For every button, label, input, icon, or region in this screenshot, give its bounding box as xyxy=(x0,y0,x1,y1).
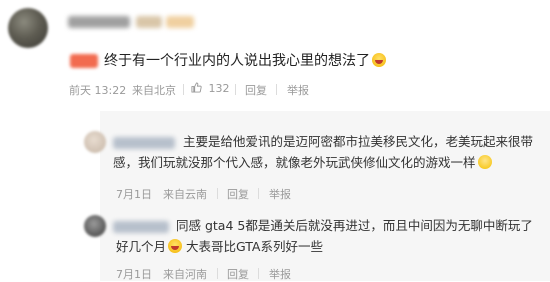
username[interactable] xyxy=(68,16,130,28)
comment-time: 前天 13:22 xyxy=(69,84,127,97)
reply-meta: 7月1日 来自河南 回复 举报 xyxy=(116,266,356,282)
avatar[interactable] xyxy=(8,8,48,48)
comment-text: 终于有一个行业内的人说出我心里的想法了 xyxy=(104,50,386,70)
comment-meta: 前天 13:22 来自北京 132 回复 举报 xyxy=(69,82,329,98)
like-count: 132 xyxy=(208,82,230,95)
divider xyxy=(183,84,184,95)
report-button[interactable]: 举报 xyxy=(269,186,291,202)
reply-avatar[interactable] xyxy=(84,215,106,237)
comment-location: 来自北京 xyxy=(132,84,176,97)
reply-date: 7月1日 xyxy=(116,188,152,201)
divider xyxy=(217,268,218,279)
reply-button[interactable]: 回复 xyxy=(227,186,249,202)
fan-badge xyxy=(70,54,98,68)
like-button[interactable]: 132 xyxy=(191,82,230,95)
reply-date: 7月1日 xyxy=(116,268,152,281)
reply-username[interactable] xyxy=(113,137,175,149)
divider xyxy=(235,84,236,95)
reply-text-cont: 感，我们玩就没那个代入感，就像老外玩武侠修仙文化的游戏一样 xyxy=(113,151,543,175)
divider xyxy=(258,188,259,199)
divider xyxy=(276,84,277,95)
report-button[interactable]: 举报 xyxy=(287,82,309,98)
report-button[interactable]: 举报 xyxy=(269,266,291,282)
laugh-emoji-icon xyxy=(372,53,386,67)
reply-location: 来自河南 xyxy=(163,268,207,281)
reply-avatar[interactable] xyxy=(84,131,106,153)
thinking-emoji-icon xyxy=(477,155,492,169)
reply-username[interactable] xyxy=(113,221,169,233)
reply-location: 来自云南 xyxy=(163,188,207,201)
thumbs-up-icon xyxy=(191,82,202,93)
divider xyxy=(258,268,259,279)
reply-meta: 7月1日 来自云南 回复 举报 xyxy=(116,186,356,202)
divider xyxy=(217,188,218,199)
reply-text-cont: 好几个月 大表哥比GTA系列好一些 xyxy=(116,239,323,254)
laugh-emoji-icon xyxy=(168,239,183,253)
user-tag xyxy=(166,16,194,28)
user-badge xyxy=(136,16,162,28)
reply-button[interactable]: 回复 xyxy=(227,266,249,282)
reply-button[interactable]: 回复 xyxy=(245,82,267,98)
